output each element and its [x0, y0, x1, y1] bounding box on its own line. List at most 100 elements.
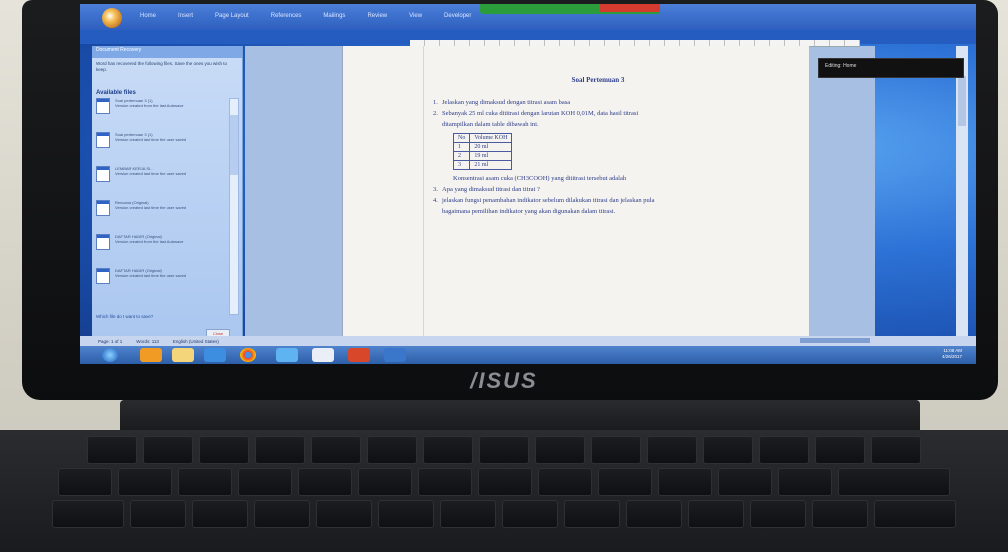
- keyboard-key[interactable]: [759, 436, 809, 464]
- keyboard-key[interactable]: [316, 500, 372, 528]
- keyboard-row-fn: [0, 436, 1008, 464]
- list-item[interactable]: Rencana (Original) Version created last t…: [96, 200, 226, 228]
- app-icon[interactable]: [384, 348, 406, 362]
- keyboard-key[interactable]: [130, 500, 186, 528]
- keyboard-key[interactable]: [718, 468, 772, 496]
- keyboard-key[interactable]: [311, 436, 361, 464]
- keyboard-key[interactable]: [658, 468, 712, 496]
- pane-header: Document Recovery: [92, 46, 242, 58]
- question-line: ditampilkan dalam table dibawah ini.: [442, 121, 539, 128]
- tab-references[interactable]: References: [271, 13, 302, 19]
- keyboard-key[interactable]: [298, 468, 352, 496]
- keyboard-key[interactable]: [254, 500, 310, 528]
- table-cell: 20 ml: [469, 142, 513, 152]
- keyboard-key[interactable]: [564, 500, 620, 528]
- keyboard-key[interactable]: [367, 436, 417, 464]
- tab-page-layout[interactable]: Page Layout: [215, 13, 249, 19]
- keyboard-key[interactable]: [478, 468, 532, 496]
- start-orb-icon[interactable]: [102, 348, 118, 362]
- word-document-icon: [96, 200, 110, 216]
- keyboard-key[interactable]: [178, 468, 232, 496]
- keyboard-key[interactable]: [118, 468, 172, 496]
- list-item[interactable]: LEMBAR KERJA SI... Version created last t…: [96, 166, 226, 194]
- word-document-icon: [96, 132, 110, 148]
- tab-view[interactable]: View: [409, 13, 422, 19]
- pane-scrollbar-thumb[interactable]: [230, 115, 238, 175]
- explorer-icon[interactable]: [172, 348, 194, 362]
- keyboard-key[interactable]: [418, 468, 472, 496]
- keyboard-key[interactable]: [750, 500, 806, 528]
- status-language[interactable]: English (United States): [173, 339, 219, 344]
- keyboard-key[interactable]: [778, 468, 832, 496]
- keyboard-key[interactable]: [812, 500, 868, 528]
- vlc-icon[interactable]: [140, 348, 162, 362]
- keyboard-key[interactable]: [535, 436, 585, 464]
- word-taskbar-icon[interactable]: [312, 348, 334, 362]
- koh-volume-table: No Volume KOH 1 20 ml 2 19 ml 3 21 ml: [452, 133, 513, 170]
- keyboard-key[interactable]: [647, 436, 697, 464]
- pane-scrollbar[interactable]: [229, 98, 239, 315]
- keyboard-row-numbers: [0, 468, 1008, 496]
- tab-insert[interactable]: Insert: [178, 13, 193, 19]
- laptop-screen: Home Insert Page Layout References Maili…: [80, 4, 976, 364]
- status-page[interactable]: Page: 1 of 1: [98, 339, 122, 344]
- keyboard-key[interactable]: [378, 500, 434, 528]
- system-clock[interactable]: 11:08 AM 4/26/2017: [942, 348, 962, 360]
- word-document-icon: [96, 268, 110, 284]
- tab-home[interactable]: Home: [140, 13, 156, 19]
- table-row: 3 21 ml: [452, 160, 513, 170]
- keyboard-key[interactable]: [192, 500, 248, 528]
- vertical-scrollbar-thumb[interactable]: [958, 76, 966, 126]
- list-item[interactable]: DAFTAR HADIR (Original) Version created f…: [96, 234, 226, 262]
- keyboard-key[interactable]: [199, 436, 249, 464]
- tab-review[interactable]: Review: [367, 13, 387, 19]
- document-page[interactable]: Soal Pertemuan 3 1. Jelaskan yang dimaksu…: [342, 46, 809, 336]
- keyboard-key[interactable]: [87, 436, 137, 464]
- file-desc: Version created last time the user saved: [115, 137, 187, 142]
- ie-icon[interactable]: [276, 348, 298, 362]
- help-link[interactable]: Which file do I want to save?: [96, 314, 153, 319]
- powerpoint-icon[interactable]: [348, 348, 370, 362]
- keyboard-key[interactable]: [423, 436, 473, 464]
- list-item[interactable]: Soal pertemuan 3 (1) Version created last…: [96, 132, 226, 160]
- document-body: Soal Pertemuan 3 1. Jelaskan yang dimaksu…: [433, 76, 763, 218]
- list-item[interactable]: Soal pertemuan 3 (1) Version created from…: [96, 98, 226, 126]
- keyboard-key[interactable]: [502, 500, 558, 528]
- keyboard-key[interactable]: [626, 500, 682, 528]
- windows-taskbar: 11:08 AM 4/26/2017: [80, 346, 976, 364]
- keyboard-key[interactable]: [538, 468, 592, 496]
- table-header: Volume KOH: [469, 133, 513, 143]
- tab-mailings[interactable]: Mailings: [323, 13, 345, 19]
- keyboard-key[interactable]: [358, 468, 412, 496]
- keyboard-key[interactable]: [591, 436, 641, 464]
- zoom-slider[interactable]: [800, 338, 870, 343]
- list-item[interactable]: DAFTAR HADIR (Original) Version created l…: [96, 268, 226, 296]
- document-title: Soal Pertemuan 3: [571, 76, 625, 84]
- media-player-icon[interactable]: [204, 348, 226, 362]
- keyboard-key[interactable]: [703, 436, 753, 464]
- vertical-scrollbar[interactable]: [956, 46, 968, 336]
- word-document-icon: [96, 234, 110, 250]
- table-cell: 1: [452, 142, 471, 152]
- keyboard-key[interactable]: [440, 500, 496, 528]
- keyboard-key[interactable]: [874, 500, 956, 528]
- tab-developer[interactable]: Developer: [444, 13, 471, 19]
- document-recovery-pane: Document Recovery Word has recovered the…: [92, 46, 243, 351]
- keyboard-key[interactable]: [815, 436, 865, 464]
- keyboard-key[interactable]: [255, 436, 305, 464]
- keyboard-key[interactable]: [143, 436, 193, 464]
- question-line: bagaimana pemilihan indikator yang akan …: [442, 208, 616, 215]
- keyboard-key[interactable]: [838, 468, 950, 496]
- office-button-icon[interactable]: [102, 8, 122, 28]
- keyboard-key[interactable]: [479, 436, 529, 464]
- keyboard-key[interactable]: [598, 468, 652, 496]
- keyboard-key[interactable]: [52, 500, 124, 528]
- keyboard-key[interactable]: [238, 468, 292, 496]
- chrome-icon[interactable]: [240, 348, 256, 362]
- status-words[interactable]: Words: 113: [136, 339, 159, 344]
- keyboard-key[interactable]: [871, 436, 921, 464]
- keyboard-key[interactable]: [58, 468, 112, 496]
- keyboard-key[interactable]: [688, 500, 744, 528]
- close-window-button[interactable]: [600, 4, 660, 12]
- question-line: 2. Sebanyak 25 ml cuka dititrasi dengan l…: [433, 110, 639, 117]
